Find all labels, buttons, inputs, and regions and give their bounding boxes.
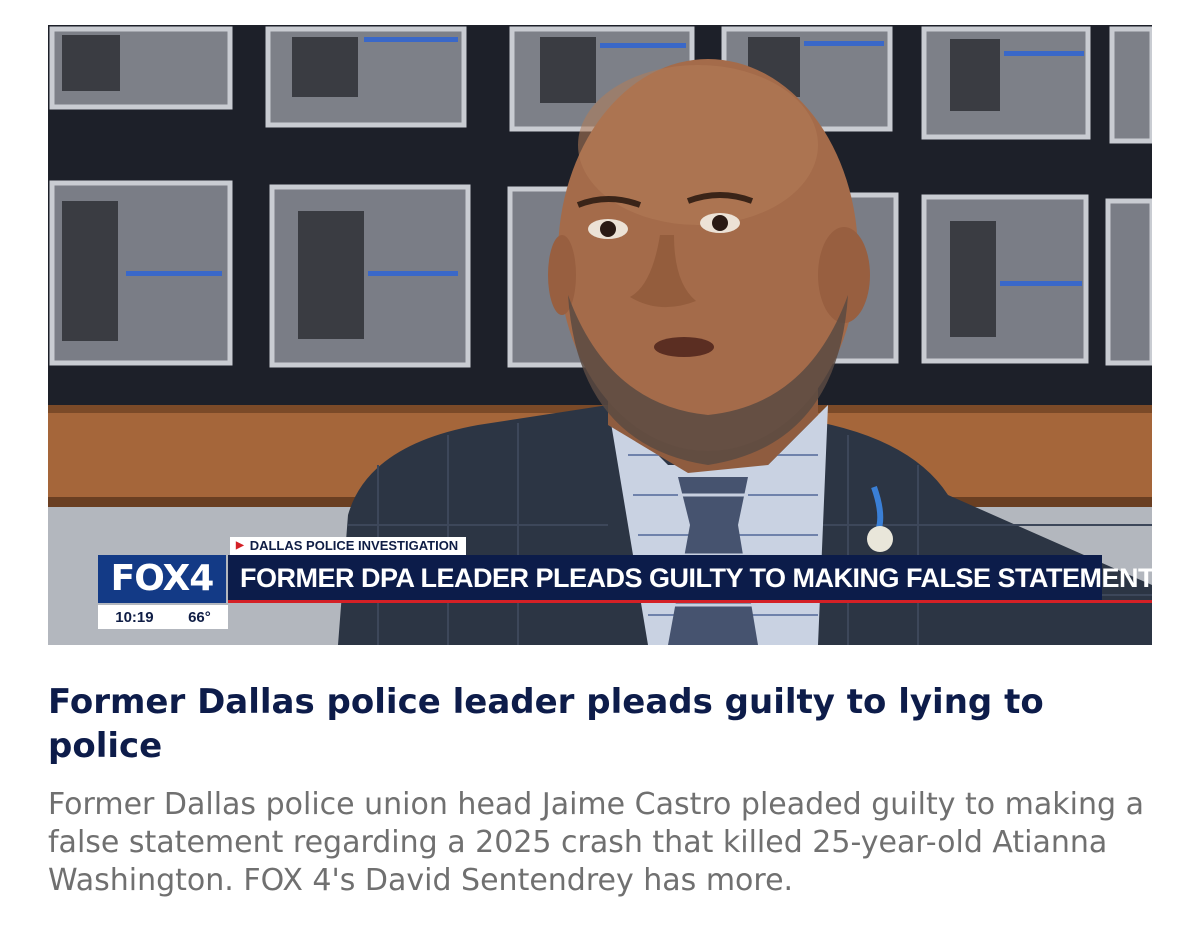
chyron-accent-line	[1102, 600, 1152, 603]
temperature: 66°	[188, 608, 211, 626]
kicker-label: DALLAS POLICE INVESTIGATION	[249, 538, 459, 553]
chyron-headline: FORMER DPA LEADER PLEADS GUILTY TO MAKIN…	[228, 555, 1152, 603]
clock-time: 10:19	[115, 608, 154, 626]
video-frame-image	[48, 25, 1152, 645]
play-triangle-icon: ▶	[236, 540, 244, 551]
article-title[interactable]: Former Dallas police leader pleads guilt…	[48, 680, 1148, 768]
kicker-banner: ▶ DALLAS POLICE INVESTIGATION	[230, 537, 467, 555]
article-summary: Former Dallas police union head Jaime Ca…	[48, 787, 1144, 898]
fox4-logo: FOX4	[98, 555, 226, 603]
video-player[interactable]: ▶ DALLAS POLICE INVESTIGATION FOX4 FORME…	[48, 25, 1152, 645]
time-temp-box: 10:19 66°	[98, 605, 228, 629]
